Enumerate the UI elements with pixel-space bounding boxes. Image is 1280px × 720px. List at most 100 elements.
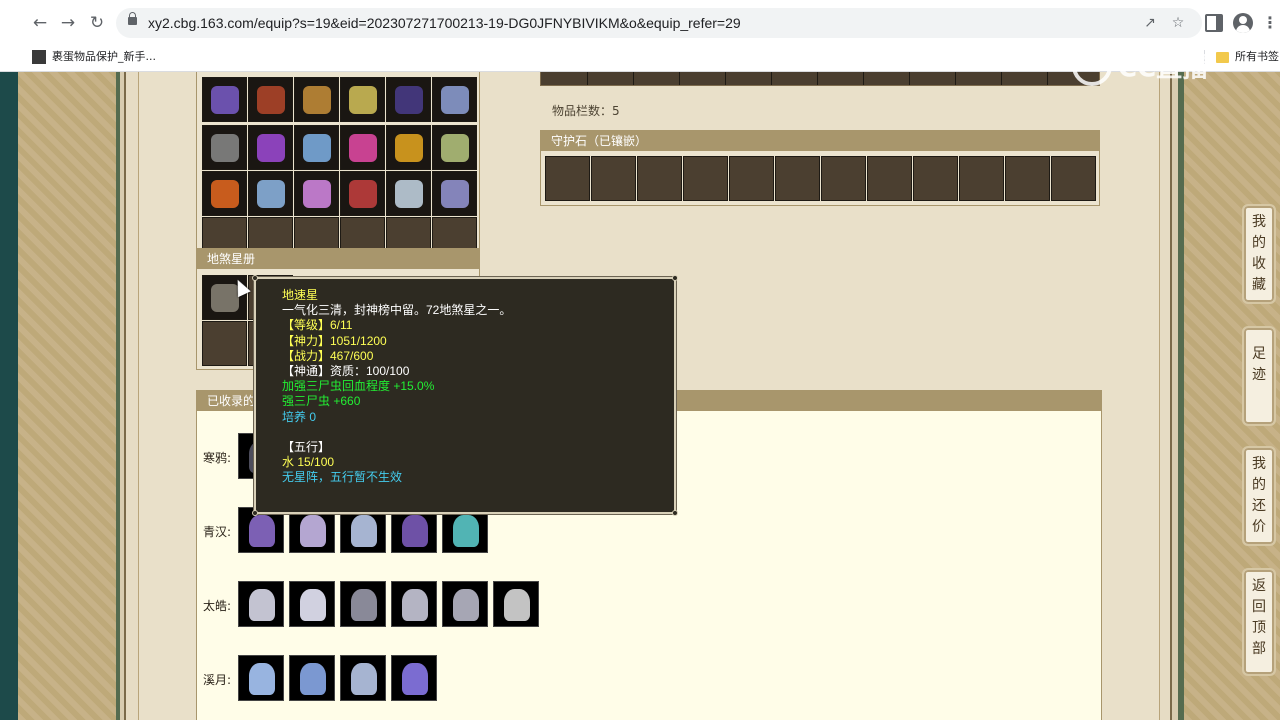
side-nav-favorites[interactable]: 我的收藏: [1242, 204, 1276, 304]
guardian-stone-slot[interactable]: [913, 156, 958, 201]
guardian-stone-slot[interactable]: [775, 156, 820, 201]
side-nav-label: 我的还价: [1252, 456, 1266, 535]
tooltip-line: 地速星: [282, 288, 319, 302]
slot-divider: [1001, 72, 1002, 85]
equipment-slot-icon[interactable]: [340, 171, 385, 216]
bookmark-label: 裹蛋物品保护_新手...: [52, 50, 156, 63]
side-panel-icon[interactable]: [1205, 14, 1223, 32]
side-nav-back-to-top[interactable]: 返回顶部: [1242, 568, 1276, 676]
kebab-menu-icon[interactable]: ⋮: [1262, 12, 1278, 34]
appearance-item-icon[interactable]: [493, 581, 539, 627]
tooltip-corner: [252, 275, 258, 281]
guardian-stone-slot[interactable]: [545, 156, 590, 201]
appearance-item-icon[interactable]: [289, 655, 335, 701]
guardian-stone-slot[interactable]: [591, 156, 636, 201]
bookmark-star-icon[interactable]: ☆: [1167, 12, 1189, 34]
appearance-item-icon[interactable]: [340, 581, 386, 627]
equipment-slot-icon[interactable]: [248, 77, 293, 122]
slot-divider: [771, 72, 772, 85]
appearance-item-icon[interactable]: [340, 655, 386, 701]
guardian-stone-slot[interactable]: [821, 156, 866, 201]
appearance-item-icon[interactable]: [238, 581, 284, 627]
appearance-set-label: 寒鸦:: [203, 451, 232, 465]
tooltip-line: 一气化三清，封神榜中留。72地煞星之一。: [282, 303, 512, 318]
back-arrow-icon[interactable]: ←: [28, 11, 52, 35]
slot-divider: [633, 72, 634, 85]
inventory-slot-strip: [540, 72, 1100, 86]
empty-star-slot[interactable]: [202, 321, 247, 366]
stream-watermark: CC直播: [1072, 46, 1242, 88]
lock-icon[interactable]: [128, 12, 137, 25]
guardian-stone-title: 守护石（已镶嵌）: [541, 131, 1099, 151]
guardian-stone-slot[interactable]: [729, 156, 774, 201]
tooltip-line: [282, 425, 511, 440]
reload-icon[interactable]: ↻: [85, 11, 109, 35]
slot-divider: [587, 72, 588, 85]
slot-divider: [909, 72, 910, 85]
equipment-slot-icon[interactable]: [202, 171, 247, 216]
guardian-stone-slot[interactable]: [1005, 156, 1050, 201]
guardian-stone-slot[interactable]: [959, 156, 1004, 201]
appearance-item-icon[interactable]: [289, 581, 335, 627]
equipment-slot-icon[interactable]: [202, 125, 247, 170]
side-nav-history[interactable]: 足迹: [1242, 326, 1276, 426]
equipment-slot-icon[interactable]: [248, 125, 293, 170]
equipment-slot-icon[interactable]: [294, 125, 339, 170]
slot-divider: [955, 72, 956, 85]
tooltip-line: 【神力】1051/1200: [282, 333, 387, 348]
equipment-slot-icon[interactable]: [248, 171, 293, 216]
equipment-slot-icon[interactable]: [432, 77, 477, 122]
slot-count-text: 物品栏数：5: [552, 104, 620, 118]
bookmark-item[interactable]: 裹蛋物品保护_新手...: [32, 48, 156, 66]
tooltip-line: 【等级】6/11: [282, 318, 353, 333]
guardian-stone-slot[interactable]: [683, 156, 728, 201]
slot-divider: [725, 72, 726, 85]
equipment-slot-icon[interactable]: [340, 125, 385, 170]
tooltip-corner: [252, 510, 258, 516]
tooltip-line: 加强三尸虫回血程度 +15.0%: [282, 379, 435, 394]
star-register-title: 地煞星册: [197, 249, 479, 269]
watermark-text: CC直播: [1118, 53, 1209, 84]
equipment-slot-icon[interactable]: [432, 171, 477, 216]
side-nav-my-offers[interactable]: 我的还价: [1242, 446, 1276, 546]
left-decorative-rail: [116, 72, 138, 720]
equipment-slot-icon[interactable]: [294, 77, 339, 122]
appearance-item-icon[interactable]: [442, 581, 488, 627]
appearance-item-icon[interactable]: [391, 655, 437, 701]
side-nav-label: 返回顶部: [1252, 578, 1266, 657]
appearance-item-icon[interactable]: [238, 655, 284, 701]
guardian-stone-slot[interactable]: [637, 156, 682, 201]
slot-divider: [1047, 72, 1048, 85]
guardian-stone-panel: 守护石（已镶嵌）: [540, 130, 1100, 206]
slot-divider: [863, 72, 864, 85]
profile-avatar-icon[interactable]: [1233, 13, 1253, 33]
forward-arrow-icon[interactable]: →: [56, 11, 80, 35]
tooltip-line: 无星阵，五行暂不生效: [282, 470, 403, 485]
url-text[interactable]: xy2.cbg.163.com/equip?s=19&eid=202307271…: [148, 15, 741, 31]
slot-divider: [817, 72, 818, 85]
tooltip-line: 【战力】467/600: [282, 348, 374, 363]
left-window-edge: [0, 72, 18, 720]
tooltip-corner: [672, 275, 678, 281]
cc-logo-icon: [1072, 46, 1112, 86]
equipment-slot-icon[interactable]: [294, 171, 339, 216]
equipment-slot-icon[interactable]: [386, 125, 431, 170]
tooltip-line: 培养 0: [282, 409, 317, 424]
equipment-slot-icon[interactable]: [386, 77, 431, 122]
guardian-stone-slot[interactable]: [867, 156, 912, 201]
equipment-slot-icon[interactable]: [202, 77, 247, 122]
side-nav-label: 我的收藏: [1252, 214, 1266, 293]
bookmark-favicon-icon: [32, 50, 46, 64]
equipment-slot-icon[interactable]: [386, 171, 431, 216]
browser-toolbar: ← → ↻ xy2.cbg.163.com/equip?s=19&eid=202…: [0, 0, 1280, 46]
slot-divider: [679, 72, 680, 85]
appearance-item-icon[interactable]: [391, 581, 437, 627]
share-icon[interactable]: ↗: [1139, 12, 1161, 34]
item-tooltip: 地速星 一气化三清，封神榜中留。72地煞星之一。 【等级】6/11 【神力】1051/…: [252, 275, 678, 516]
equipment-slot-icon[interactable]: [340, 77, 385, 122]
guardian-stone-slot[interactable]: [1051, 156, 1096, 201]
equipment-slot-icon[interactable]: [432, 125, 477, 170]
tooltip-lines: 地速星 一气化三清，封神榜中留。72地煞星之一。 【等级】6/11 【神力】1051/…: [282, 288, 511, 485]
side-nav-label: 足迹: [1252, 346, 1266, 383]
address-bar[interactable]: xy2.cbg.163.com/equip?s=19&eid=202307271…: [116, 8, 1202, 38]
